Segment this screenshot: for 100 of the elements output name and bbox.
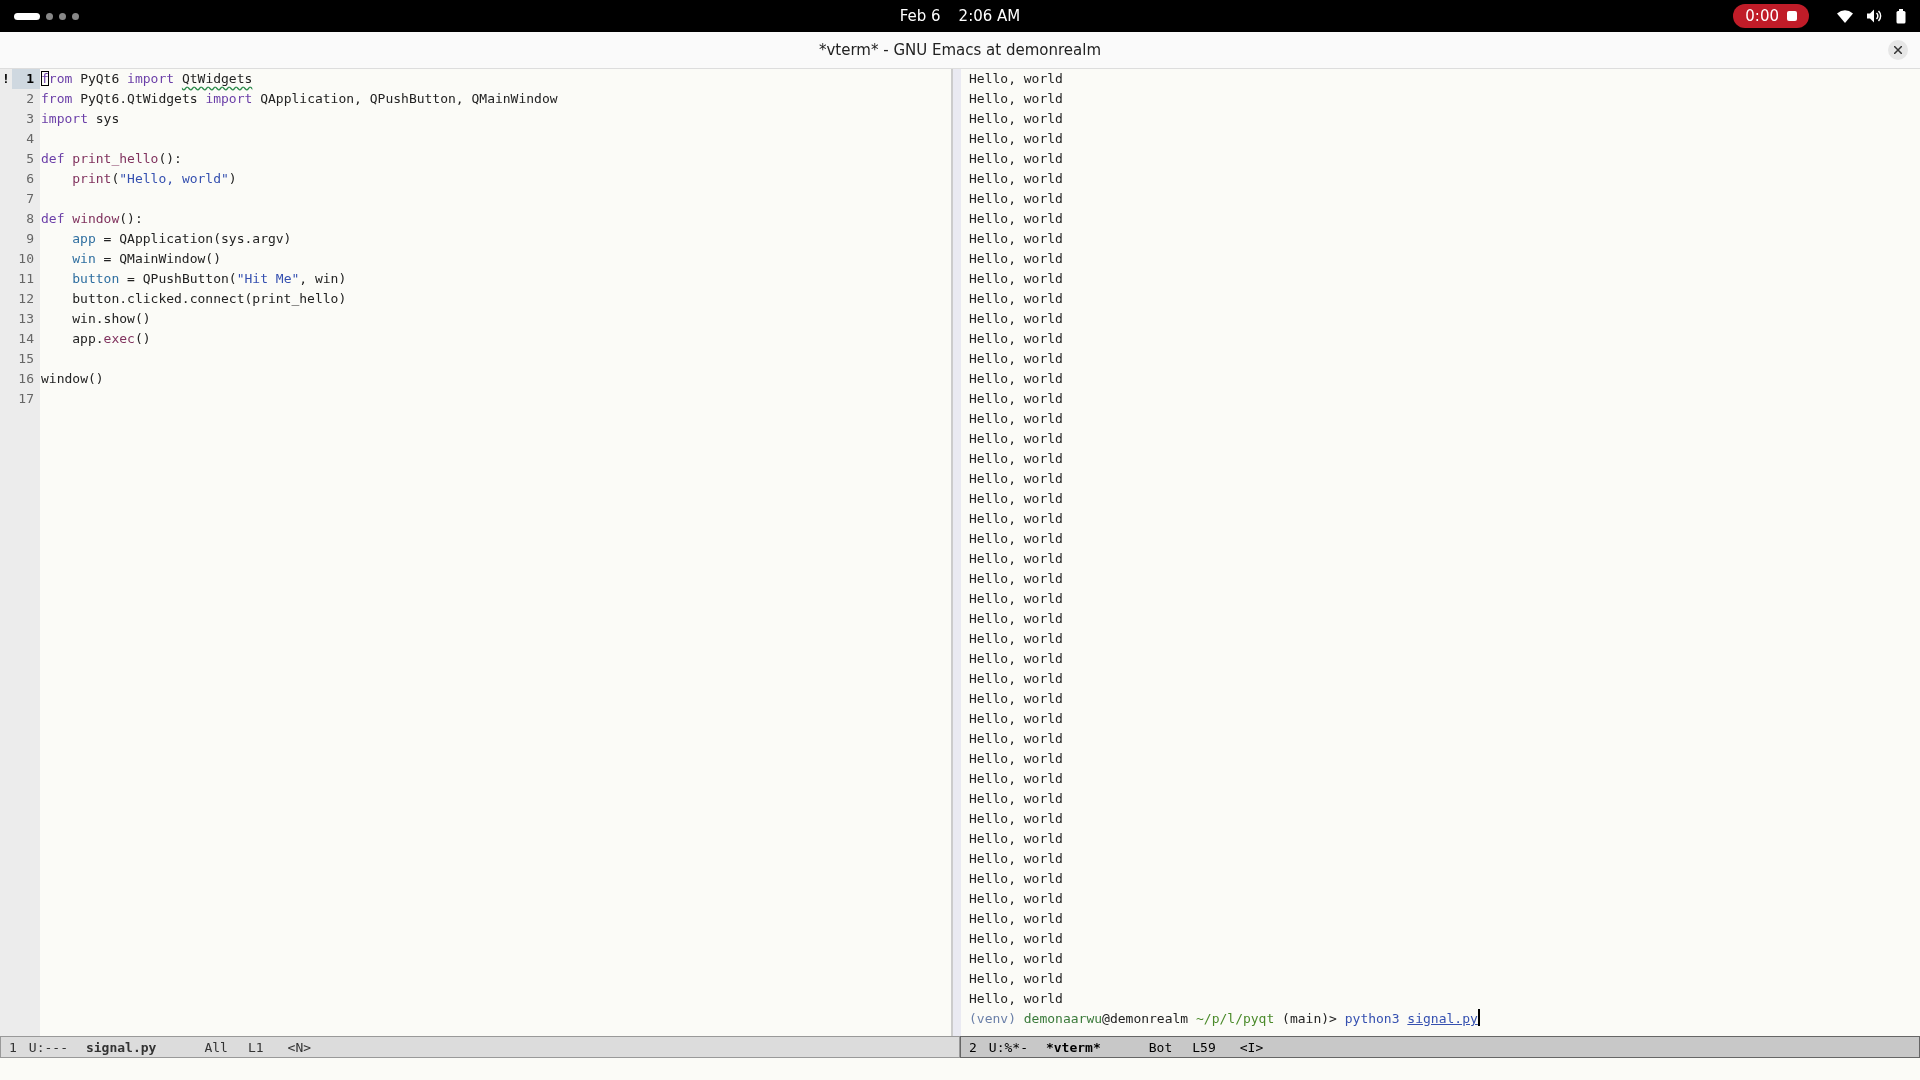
output-line: Hello, world <box>969 550 1064 568</box>
buffer-state: U:%*- <box>988 1039 1028 1055</box>
output-line: Hello, world <box>969 970 1064 988</box>
output-line: Hello, world <box>969 750 1064 768</box>
workspace-indicator[interactable] <box>14 12 40 20</box>
output-line: Hello, world <box>969 890 1064 908</box>
output-line: Hello, world <box>969 650 1064 668</box>
output-line: Hello, world <box>969 310 1064 328</box>
output-line: Hello, world <box>969 190 1064 208</box>
output-line: Hello, world <box>969 530 1064 548</box>
line-number: 4 <box>25 130 35 148</box>
line-number: 2 <box>25 90 35 108</box>
window-number: 2 <box>969 1039 977 1055</box>
output-line: Hello, world <box>969 210 1064 228</box>
buffer-name: *vterm* <box>1045 1039 1101 1055</box>
line-number: 8 <box>25 210 35 228</box>
output-line: Hello, world <box>969 410 1064 428</box>
line-number: 13 <box>17 310 35 328</box>
input-mode: <I> <box>1239 1039 1264 1055</box>
line-indicator: L59 <box>1192 1039 1216 1055</box>
code-line: window() <box>40 370 105 388</box>
window-number: 1 <box>9 1039 17 1055</box>
code-line: button = QPushButton("Hit Me", win) <box>71 270 348 288</box>
line-number: 17 <box>17 390 35 408</box>
code-line: app.exec() <box>71 330 152 348</box>
line-number: 3 <box>25 110 35 128</box>
output-line: Hello, world <box>969 110 1064 128</box>
output-line: Hello, world <box>969 150 1064 168</box>
output-line: Hello, world <box>969 290 1064 308</box>
code-line: def print_hello(): <box>40 150 183 168</box>
line-number: 12 <box>17 290 35 308</box>
code-line: print("Hello, world") <box>71 170 238 188</box>
output-line: Hello, world <box>969 610 1064 628</box>
line-number: 10 <box>17 250 35 268</box>
volume-icon[interactable] <box>1867 9 1882 23</box>
output-line: Hello, world <box>969 250 1064 268</box>
output-line: Hello, world <box>969 670 1064 688</box>
code-line: app = QApplication(sys.argv) <box>71 230 293 248</box>
output-line: Hello, world <box>969 70 1064 88</box>
output-line: Hello, world <box>969 470 1064 488</box>
line-number: 15 <box>17 350 35 368</box>
code-line: f rom PyQt6 import QtWidgets <box>40 70 254 88</box>
output-line: Hello, world <box>969 90 1064 108</box>
output-line: Hello, world <box>969 990 1064 1008</box>
output-line: Hello, world <box>969 170 1064 188</box>
output-line: Hello, world <box>969 490 1064 508</box>
output-line: Hello, world <box>969 850 1064 868</box>
buffer-state: U:--- <box>28 1039 68 1055</box>
output-line: Hello, world <box>969 450 1064 468</box>
line-number: 6 <box>25 170 35 188</box>
scroll-position: All <box>204 1039 228 1055</box>
close-button[interactable] <box>1888 40 1908 60</box>
output-line: Hello, world <box>969 510 1064 528</box>
code-line: win = QMainWindow() <box>71 250 222 268</box>
clock: 2:06 AM <box>958 7 1021 25</box>
battery-icon[interactable] <box>1896 8 1906 24</box>
output-line: Hello, world <box>969 230 1064 248</box>
output-line: Hello, world <box>969 950 1064 968</box>
line-number: 1 <box>12 69 40 89</box>
output-line: Hello, world <box>969 430 1064 448</box>
window-title: *vterm* - GNU Emacs at demonrealm <box>818 41 1102 59</box>
workspace-indicator[interactable] <box>46 12 53 20</box>
recording-indicator[interactable]: 0:00 <box>1733 4 1809 28</box>
output-line: Hello, world <box>969 630 1064 648</box>
date: Feb 6 <box>899 7 941 25</box>
text-cursor <box>1477 1009 1480 1026</box>
code-line: win.show() <box>71 310 152 328</box>
output-line: Hello, world <box>969 930 1064 948</box>
output-line: Hello, world <box>969 370 1064 388</box>
output-line: Hello, world <box>969 830 1064 848</box>
scroll-position: Bot <box>1148 1039 1173 1055</box>
output-line: Hello, world <box>969 570 1064 588</box>
output-line: Hello, world <box>969 770 1064 788</box>
code-line: from PyQt6.QtWidgets import QApplication, QPushButton, QMainWindow <box>40 90 559 108</box>
output-line: Hello, world <box>969 810 1064 828</box>
line-number: 14 <box>17 330 35 348</box>
output-line: Hello, world <box>969 130 1064 148</box>
output-line: Hello, world <box>969 390 1064 408</box>
output-line: Hello, world <box>969 270 1064 288</box>
code-line: button.clicked.connect(print_hello) <box>71 290 348 308</box>
output-line: Hello, world <box>969 710 1064 728</box>
output-line: Hello, world <box>969 590 1064 608</box>
buffer-name: signal.py <box>85 1039 157 1055</box>
code-line: def window(): <box>40 210 144 228</box>
wifi-icon[interactable] <box>1837 9 1853 23</box>
line-number: 16 <box>17 370 35 388</box>
output-line: Hello, world <box>969 350 1064 368</box>
output-line: Hello, world <box>969 870 1064 888</box>
line-number: 7 <box>25 190 35 208</box>
output-line: Hello, world <box>969 330 1064 348</box>
close-icon <box>1894 46 1902 54</box>
prompt-line: (venv) demonaarwu@demonrealm ~/p/l/pyqt (main)> python3 signal.py <box>969 1009 1481 1028</box>
code-line: import sys <box>40 110 121 128</box>
line-number: 5 <box>25 150 35 168</box>
line-number: 9 <box>25 230 35 248</box>
input-mode: <N> <box>287 1039 312 1055</box>
output-line: Hello, world <box>969 910 1064 928</box>
workspace-indicator[interactable] <box>72 12 79 20</box>
line-number: 11 <box>17 270 35 288</box>
workspace-indicator[interactable] <box>59 12 66 20</box>
